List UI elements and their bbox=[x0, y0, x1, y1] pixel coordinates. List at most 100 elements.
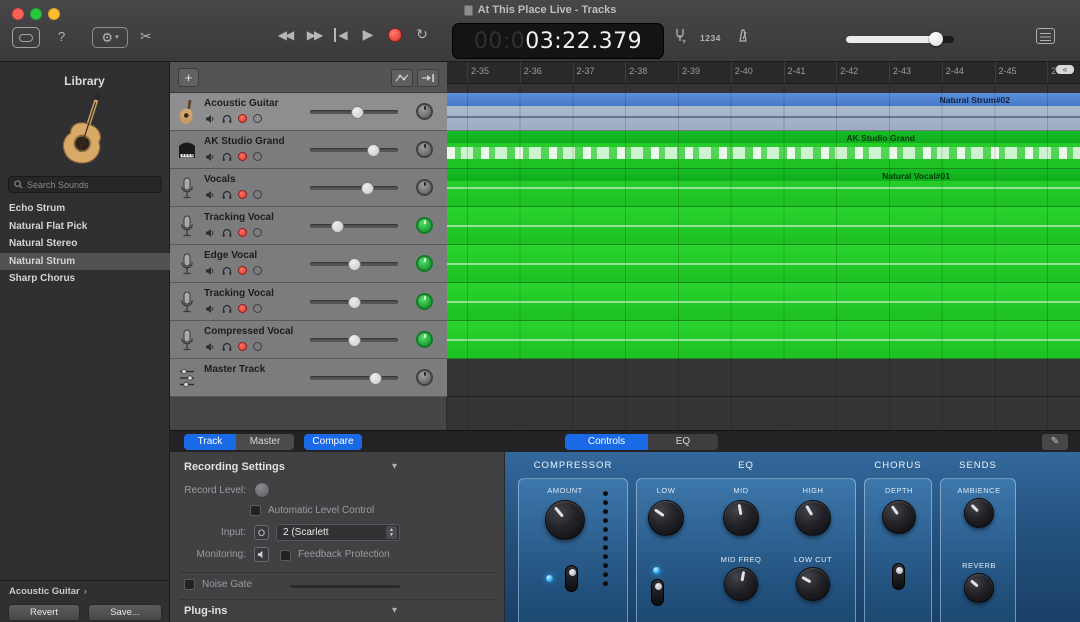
solo-headphones-icon[interactable] bbox=[221, 227, 232, 238]
record-button[interactable] bbox=[388, 28, 402, 42]
eq-power-toggle[interactable] bbox=[651, 579, 664, 606]
mid-freq-knob[interactable] bbox=[724, 567, 758, 601]
audio-region[interactable] bbox=[447, 207, 1080, 245]
solo-headphones-icon[interactable] bbox=[221, 113, 232, 124]
volume-thumb[interactable] bbox=[929, 32, 943, 46]
chorus-power-toggle[interactable] bbox=[892, 563, 905, 590]
tab-master[interactable]: Master bbox=[236, 434, 294, 450]
chevron-down-icon[interactable]: ▾ bbox=[392, 605, 397, 616]
scissors-tool-button[interactable]: ✂ bbox=[140, 29, 152, 43]
depth-knob[interactable] bbox=[882, 500, 916, 534]
compare-button[interactable]: Compare bbox=[304, 434, 362, 450]
edit-pencil-icon[interactable]: ✎ bbox=[1042, 434, 1068, 450]
noise-gate-slider[interactable] bbox=[290, 585, 400, 588]
input-format-button[interactable]: O bbox=[254, 525, 269, 540]
stepper-icon[interactable]: ▲▼ bbox=[386, 526, 397, 539]
ruler-nav-icon[interactable]: « bbox=[1056, 65, 1074, 74]
loop-browser-button[interactable] bbox=[12, 27, 40, 48]
audio-region[interactable]: Natural Strum#02 bbox=[447, 93, 1080, 131]
track-header-row[interactable]: Tracking Vocal bbox=[170, 207, 447, 245]
volume-thumb[interactable] bbox=[361, 182, 374, 195]
audio-region[interactable] bbox=[447, 283, 1080, 321]
mid-knob[interactable] bbox=[723, 500, 759, 536]
input-monitor-button[interactable] bbox=[253, 190, 262, 199]
plugins-header[interactable]: Plug-ins bbox=[184, 605, 227, 617]
track-volume-slider[interactable] bbox=[310, 148, 398, 152]
empty-lane[interactable] bbox=[447, 359, 1080, 397]
monitoring-speaker-button[interactable] bbox=[254, 547, 269, 562]
solo-headphones-icon[interactable] bbox=[221, 303, 232, 314]
track-volume-slider[interactable] bbox=[310, 262, 398, 266]
fast-forward-button[interactable]: ▶▶ bbox=[305, 28, 323, 42]
track-pan-knob[interactable] bbox=[416, 369, 433, 386]
recording-settings-header[interactable]: Recording Settings bbox=[184, 461, 285, 473]
mute-icon[interactable] bbox=[204, 265, 215, 276]
record-enable-button[interactable] bbox=[238, 266, 247, 275]
input-monitor-button[interactable] bbox=[253, 152, 262, 161]
input-monitor-button[interactable] bbox=[253, 228, 262, 237]
ambience-knob[interactable] bbox=[964, 498, 994, 528]
record-enable-button[interactable] bbox=[238, 304, 247, 313]
revert-button[interactable]: Revert bbox=[8, 604, 80, 621]
count-in-button[interactable]: 1234 bbox=[700, 33, 721, 43]
track-volume-slider[interactable] bbox=[310, 376, 398, 380]
help-button[interactable]: ? bbox=[58, 30, 65, 43]
volume-thumb[interactable] bbox=[348, 334, 361, 347]
record-enable-button[interactable] bbox=[238, 190, 247, 199]
track-volume-slider[interactable] bbox=[310, 300, 398, 304]
record-level-knob[interactable] bbox=[254, 482, 270, 498]
track-volume-slider[interactable] bbox=[310, 186, 398, 190]
volume-thumb[interactable] bbox=[369, 372, 382, 385]
list-item[interactable]: Natural Strum bbox=[0, 253, 170, 271]
track-volume-slider[interactable] bbox=[310, 338, 398, 342]
track-volume-slider[interactable] bbox=[310, 224, 398, 228]
mute-icon[interactable] bbox=[204, 341, 215, 352]
record-enable-button[interactable] bbox=[238, 152, 247, 161]
timeline-area[interactable]: 2-352-362-372-382-392-402-412-422-432-44… bbox=[447, 62, 1080, 430]
cycle-button[interactable]: ↻ bbox=[413, 26, 431, 43]
volume-thumb[interactable] bbox=[367, 144, 380, 157]
track-pan-knob[interactable] bbox=[416, 331, 433, 348]
record-enable-button[interactable] bbox=[238, 114, 247, 123]
go-to-beginning-button[interactable]: ◀ bbox=[334, 28, 348, 42]
low-cut-knob[interactable] bbox=[796, 567, 830, 601]
tuner-icon[interactable] bbox=[674, 28, 686, 47]
list-item[interactable]: Echo Strum bbox=[0, 200, 170, 218]
solo-headphones-icon[interactable] bbox=[221, 189, 232, 200]
track-header-row[interactable]: Master Track bbox=[170, 359, 447, 397]
auto-level-checkbox[interactable] bbox=[250, 505, 261, 516]
tab-eq[interactable]: EQ bbox=[648, 434, 718, 450]
record-enable-button[interactable] bbox=[238, 228, 247, 237]
track-header-row[interactable]: AK Studio Grand bbox=[170, 131, 447, 169]
audio-region[interactable]: Natural Vocal#01 bbox=[447, 169, 1080, 207]
audio-region[interactable]: AK Studio Grand bbox=[447, 131, 1080, 169]
track-pan-knob[interactable] bbox=[416, 217, 433, 234]
chevron-down-icon[interactable]: ▾ bbox=[392, 461, 397, 472]
library-footer-path[interactable]: Acoustic Guitar › bbox=[9, 586, 87, 597]
list-item[interactable]: Natural Flat Pick bbox=[0, 218, 170, 236]
solo-headphones-icon[interactable] bbox=[221, 341, 232, 352]
timeline-ruler[interactable]: 2-352-362-372-382-392-402-412-422-432-44… bbox=[447, 62, 1080, 84]
list-item[interactable]: Natural Stereo bbox=[0, 235, 170, 253]
solo-headphones-icon[interactable] bbox=[221, 265, 232, 276]
track-pan-knob[interactable] bbox=[416, 141, 433, 158]
track-header-row[interactable]: Vocals bbox=[170, 169, 447, 207]
rewind-button[interactable]: ◀◀ bbox=[276, 28, 294, 42]
volume-thumb[interactable] bbox=[351, 106, 364, 119]
tab-track[interactable]: Track bbox=[184, 434, 236, 450]
track-pan-knob[interactable] bbox=[416, 103, 433, 120]
search-input[interactable] bbox=[27, 180, 156, 190]
track-header-row[interactable]: Acoustic Guitar bbox=[170, 93, 447, 131]
track-pan-knob[interactable] bbox=[416, 293, 433, 310]
add-track-button[interactable]: + bbox=[178, 68, 199, 87]
save-button[interactable]: Save... bbox=[88, 604, 162, 621]
reverb-knob[interactable] bbox=[964, 573, 994, 603]
notepad-icon[interactable] bbox=[1036, 28, 1055, 44]
mute-icon[interactable] bbox=[204, 151, 215, 162]
input-monitor-button[interactable] bbox=[253, 304, 262, 313]
volume-thumb[interactable] bbox=[331, 220, 344, 233]
track-pan-knob[interactable] bbox=[416, 179, 433, 196]
track-header-row[interactable]: Compressed Vocal bbox=[170, 321, 447, 359]
track-header-row[interactable]: Tracking Vocal bbox=[170, 283, 447, 321]
mute-icon[interactable] bbox=[204, 227, 215, 238]
